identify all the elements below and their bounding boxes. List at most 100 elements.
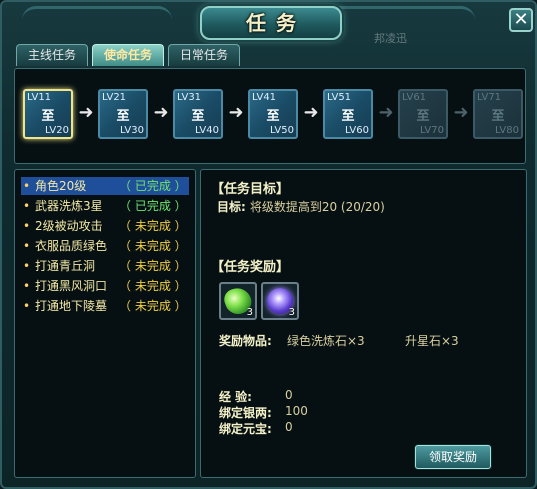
reward-item-name: 绿色洗炼石×3 xyxy=(287,334,365,348)
reward-qty: 3 xyxy=(246,307,253,318)
reward-slot[interactable]: 3 xyxy=(219,282,257,320)
ingot-value: 0 xyxy=(285,420,293,434)
task-name: 武器洗炼3星 xyxy=(35,199,103,213)
reward-item-1: 绿色洗炼石×3 xyxy=(287,332,365,349)
level-range-71-80[interactable]: LV71 至 LV80 xyxy=(473,89,523,139)
tab-main-quest[interactable]: 主线任务 xyxy=(16,44,88,66)
level-range-51-60[interactable]: LV51 至 LV60 xyxy=(323,89,373,139)
ingot-value-text: 0 xyxy=(285,420,293,434)
bullet-icon: • xyxy=(23,239,31,253)
level-to: 至 xyxy=(416,109,430,124)
reward-item-2: 升星石×3 xyxy=(405,332,459,349)
bullet-icon: • xyxy=(23,199,31,213)
task-item[interactable]: • 打通黑风洞口 （ 未完成 ） xyxy=(21,277,189,295)
level-high: LV50 xyxy=(269,125,294,136)
window-title: 任务 xyxy=(200,6,342,40)
silver-label: 绑定银两: xyxy=(219,406,272,420)
level-high: LV80 xyxy=(494,125,519,136)
bullet-icon: • xyxy=(23,179,31,193)
silver-value: 100 xyxy=(285,404,308,418)
task-item[interactable]: • 打通地下陵墓 （ 未完成 ） xyxy=(21,297,189,315)
level-low: LV31 xyxy=(177,92,202,103)
arrow-right-icon: ➜ xyxy=(78,102,94,123)
level-to: 至 xyxy=(491,109,505,124)
reward-items-label: 奖励物品: xyxy=(219,334,272,348)
level-range-41-50[interactable]: LV41 至 LV50 xyxy=(248,89,298,139)
level-to: 至 xyxy=(41,109,55,124)
quest-window: 邦凌迅 任务 ✕ 主线任务 使命任务 日常任务 LV11 至 LV20 ➜ LV… xyxy=(0,0,537,489)
tab-daily-quest[interactable]: 日常任务 xyxy=(168,44,240,66)
level-high: LV70 xyxy=(419,125,444,136)
exp-label: 经 验: xyxy=(219,390,252,404)
task-item[interactable]: • 打通青丘洞 （ 未完成 ） xyxy=(21,257,189,275)
reward-item-name: 升星石×3 xyxy=(405,334,459,348)
goal-text: 将级数提高到20 (20/20) xyxy=(249,200,385,214)
level-low: LV11 xyxy=(27,92,52,103)
level-low: LV61 xyxy=(402,92,427,103)
goal-label: 目标: xyxy=(217,200,246,214)
task-name: 2级被动攻击 xyxy=(35,219,103,233)
exp-value-text: 0 xyxy=(285,388,293,402)
arrow-right-icon: ➜ xyxy=(378,102,394,123)
level-high: LV60 xyxy=(344,125,369,136)
arrow-right-icon: ➜ xyxy=(303,102,319,123)
level-low: LV41 xyxy=(252,92,277,103)
task-item[interactable]: • 角色20级 （ 已完成 ） xyxy=(21,177,189,195)
task-status: （ 未完成 ） xyxy=(119,239,187,253)
reward-slot[interactable]: 3 xyxy=(261,282,299,320)
level-range-11-20[interactable]: LV11 至 LV20 xyxy=(23,89,73,139)
claim-reward-button[interactable]: 领取奖励 xyxy=(415,445,491,469)
level-range-61-70[interactable]: LV61 至 LV70 xyxy=(398,89,448,139)
reward-qty: 3 xyxy=(288,307,295,318)
task-name: 衣服品质绿色 xyxy=(35,239,108,253)
level-to: 至 xyxy=(341,109,355,124)
bullet-icon: • xyxy=(23,279,31,293)
exp-row: 经 验: xyxy=(219,388,252,405)
task-item[interactable]: • 2级被动攻击 （ 未完成 ） xyxy=(21,217,189,235)
level-low: LV71 xyxy=(477,92,502,103)
arrow-right-icon: ➜ xyxy=(153,102,169,123)
arrow-right-icon: ➜ xyxy=(228,102,244,123)
task-name: 角色20级 xyxy=(35,179,87,193)
bullet-icon: • xyxy=(23,219,31,233)
exp-value: 0 xyxy=(285,388,293,402)
level-range-31-40[interactable]: LV31 至 LV40 xyxy=(173,89,223,139)
level-low: LV21 xyxy=(102,92,127,103)
level-low: LV51 xyxy=(327,92,352,103)
task-item[interactable]: • 衣服品质绿色 （ 未完成 ） xyxy=(21,237,189,255)
level-high: LV40 xyxy=(194,125,219,136)
silver-value-text: 100 xyxy=(285,404,308,418)
level-to: 至 xyxy=(191,109,205,124)
bullet-icon: • xyxy=(23,299,31,313)
task-status: （ 未完成 ） xyxy=(119,299,187,313)
ornament-left xyxy=(22,6,172,36)
arrow-right-icon: ➜ xyxy=(453,102,469,123)
reward-heading: 【任务奖励】 xyxy=(211,260,290,275)
silver-row: 绑定银两: xyxy=(219,404,272,421)
tab-mission-quest[interactable]: 使命任务 xyxy=(92,44,164,66)
task-name: 打通地下陵墓 xyxy=(35,299,108,313)
close-button[interactable]: ✕ xyxy=(509,8,533,32)
level-range-21-30[interactable]: LV21 至 LV30 xyxy=(98,89,148,139)
task-status: （ 已完成 ） xyxy=(119,199,187,213)
task-status: （ 未完成 ） xyxy=(119,259,187,273)
reward-items-row: 奖励物品: xyxy=(219,332,272,349)
task-list-panel: • 角色20级 （ 已完成 ） • 武器洗炼3星 （ 已完成 ） • 2级被动攻… xyxy=(14,169,196,478)
bullet-icon: • xyxy=(23,259,31,273)
level-high: LV20 xyxy=(44,125,69,136)
level-to: 至 xyxy=(116,109,130,124)
task-status: （ 已完成 ） xyxy=(119,179,187,193)
background-player-name: 邦凌迅 xyxy=(374,32,407,45)
task-status: （ 未完成 ） xyxy=(119,279,187,293)
task-item[interactable]: • 武器洗炼3星 （ 已完成 ） xyxy=(21,197,189,215)
level-range-strip: LV11 至 LV20 ➜ LV21 至 LV30 ➜ LV31 至 LV40 … xyxy=(14,68,526,164)
task-status: （ 未完成 ） xyxy=(119,219,187,233)
goal-heading: 【任务目标】 xyxy=(211,182,290,197)
level-to: 至 xyxy=(266,109,280,124)
task-detail-panel: 【任务目标】 目标: 将级数提高到20 (20/20) 【任务奖励】 3 3 奖励… xyxy=(200,169,527,478)
level-high: LV30 xyxy=(119,125,144,136)
ingot-row: 绑定元宝: xyxy=(219,420,272,437)
ingot-label: 绑定元宝: xyxy=(219,422,272,436)
goal-line: 目标: 将级数提高到20 (20/20) xyxy=(217,198,385,215)
task-name: 打通青丘洞 xyxy=(35,259,96,273)
